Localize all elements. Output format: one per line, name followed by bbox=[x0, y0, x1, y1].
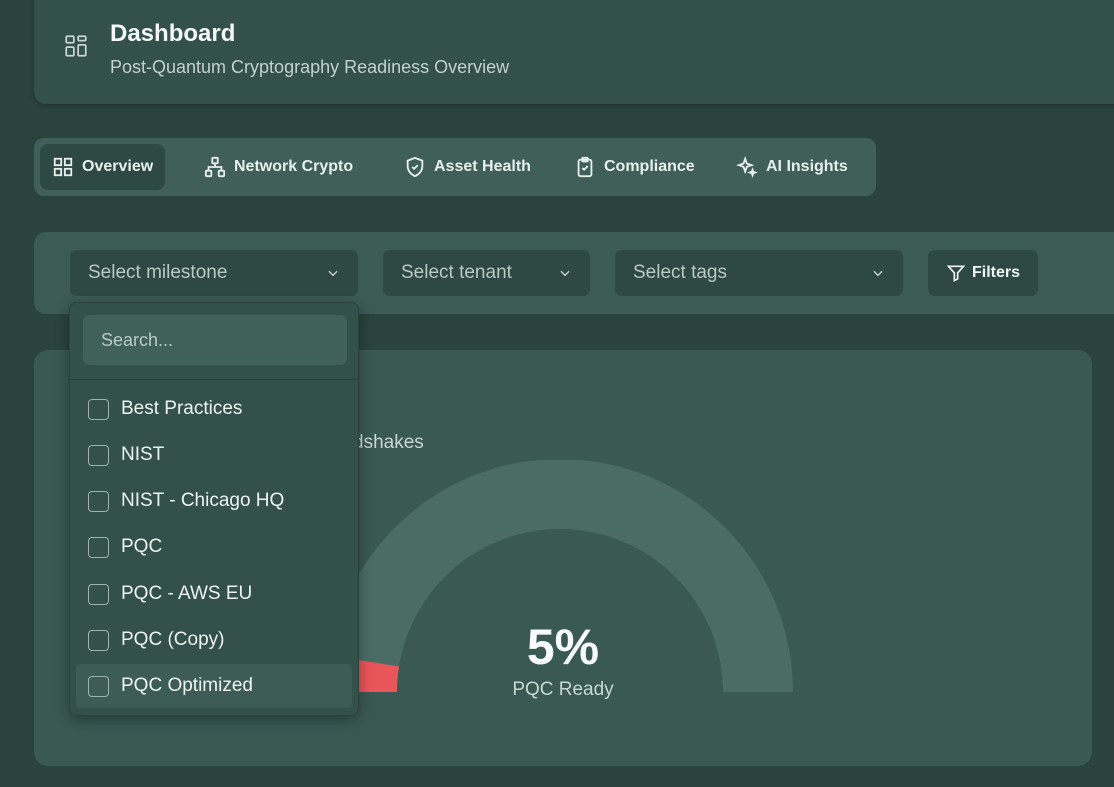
milestone-option-pqc[interactable]: PQC bbox=[76, 525, 352, 569]
tab-overview[interactable]: Overview bbox=[40, 144, 166, 190]
milestone-dropdown: Best Practices NIST NIST - Chicago HQ PQ… bbox=[69, 302, 359, 716]
sparkles-icon bbox=[736, 156, 758, 178]
option-label: Best Practices bbox=[121, 398, 243, 419]
tab-label: Network Crypto bbox=[234, 158, 354, 175]
tab-label: Overview bbox=[82, 158, 154, 175]
page-title: Dashboard bbox=[110, 20, 236, 47]
option-label: NIST bbox=[121, 444, 165, 465]
gauge-value: 5% bbox=[526, 619, 600, 675]
chevron-down-icon bbox=[328, 270, 338, 277]
tab-compliance[interactable]: Compliance bbox=[562, 144, 707, 190]
shield-icon bbox=[406, 156, 424, 178]
option-label: PQC (Copy) bbox=[121, 629, 225, 650]
milestone-option-nist-chicago-hq[interactable]: NIST - Chicago HQ bbox=[76, 479, 352, 523]
filter-icon bbox=[946, 265, 966, 282]
network-icon bbox=[204, 156, 226, 178]
tab-label: Asset Health bbox=[434, 158, 531, 175]
card-description: dshakes bbox=[353, 432, 424, 453]
checkbox[interactable] bbox=[88, 490, 109, 512]
chevron-down-icon bbox=[560, 270, 570, 277]
checkbox[interactable] bbox=[88, 629, 109, 651]
milestone-option-nist[interactable]: NIST bbox=[76, 433, 352, 477]
gauge-fill bbox=[327, 655, 400, 693]
tab-label: AI Insights bbox=[766, 158, 848, 175]
tab-ai-insights[interactable]: AI Insights bbox=[724, 144, 860, 190]
filters-button-label: Filters bbox=[971, 264, 1020, 281]
option-label: PQC Optimized bbox=[121, 675, 253, 696]
milestone-select[interactable]: Select milestone bbox=[70, 250, 358, 296]
option-label: PQC bbox=[121, 536, 163, 557]
tags-select-value: Select tags bbox=[633, 262, 727, 283]
milestone-option-pqc-aws-eu[interactable]: PQC - AWS EU bbox=[76, 572, 352, 616]
header-card bbox=[34, 0, 1114, 104]
checkbox[interactable] bbox=[88, 536, 109, 558]
tab-bar: Overview Network Crypto Asset Health Com… bbox=[34, 138, 876, 196]
checkbox[interactable] bbox=[88, 675, 109, 697]
milestone-option-pqc-optimized[interactable]: PQC Optimized bbox=[76, 664, 352, 708]
milestone-select-value: Select milestone bbox=[88, 262, 228, 283]
page-subtitle: Post-Quantum Cryptography Readiness Over… bbox=[110, 57, 510, 77]
milestone-option-best-practices[interactable]: Best Practices bbox=[76, 387, 352, 431]
milestone-option-pqc-copy[interactable]: PQC (Copy) bbox=[76, 618, 352, 662]
clipboard-icon bbox=[577, 156, 593, 178]
grid-icon bbox=[53, 157, 73, 177]
milestone-search-input[interactable] bbox=[83, 315, 347, 365]
tenant-select-value: Select tenant bbox=[401, 262, 512, 283]
gauge-label: PQC Ready bbox=[512, 679, 614, 700]
checkbox[interactable] bbox=[88, 583, 109, 605]
tenant-select[interactable]: Select tenant bbox=[383, 250, 590, 296]
divider bbox=[70, 379, 358, 380]
tags-select[interactable]: Select tags bbox=[615, 250, 903, 296]
tab-network-crypto[interactable]: Network Crypto bbox=[192, 144, 365, 190]
dashboard-grid-icon bbox=[65, 35, 87, 57]
checkbox[interactable] bbox=[88, 398, 109, 420]
option-label: PQC - AWS EU bbox=[121, 583, 253, 604]
chevron-down-icon bbox=[873, 270, 883, 277]
filters-button[interactable]: Filters bbox=[928, 250, 1038, 296]
checkbox[interactable] bbox=[88, 444, 109, 466]
tab-label: Compliance bbox=[604, 158, 695, 175]
tab-asset-health[interactable]: Asset Health bbox=[392, 144, 543, 190]
option-label: NIST - Chicago HQ bbox=[121, 490, 285, 511]
